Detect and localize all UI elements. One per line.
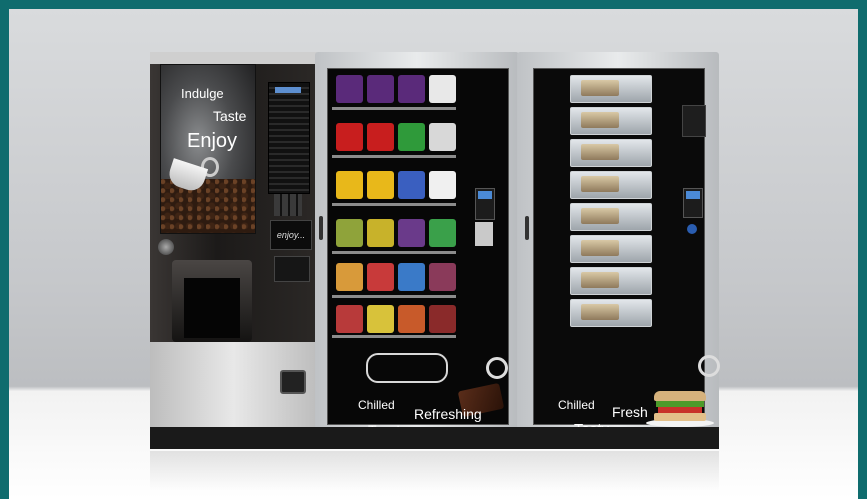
snack-base (315, 427, 519, 449)
fresh-window: Chilled Fresh Tasty (533, 68, 720, 437)
snack-keypad (475, 222, 493, 246)
fresh-base (517, 427, 719, 449)
fresh-side-panel (682, 105, 706, 137)
snack-shelf (332, 335, 456, 338)
bread-bottom (654, 413, 706, 421)
coffee-base (150, 427, 317, 449)
snack-window: Chilled Refreshing Treats (327, 68, 509, 437)
snack-handle (319, 216, 323, 240)
sandwich-image (646, 391, 714, 427)
coffee-graphic-panel: Indulge Taste Enjoy (160, 64, 256, 234)
snack-machine: Chilled Refreshing Treats (315, 52, 519, 449)
snack-ring-icon (486, 357, 508, 379)
panel-text-indulge: Indulge (181, 86, 224, 101)
display-screen (686, 191, 700, 199)
fresh-display (683, 188, 703, 218)
food-compartment (570, 171, 652, 199)
fresh-ring-icon (698, 355, 720, 377)
food-compartment (570, 267, 652, 295)
enjoy-logo: enjoy... (270, 220, 312, 250)
food-compartment (570, 107, 652, 135)
snack-shelf (332, 203, 456, 206)
cup-dispenser (172, 260, 252, 342)
screen-header (275, 87, 301, 93)
snack-row (336, 123, 456, 151)
snack-text-chilled: Chilled (358, 398, 395, 412)
snack-shelf (332, 295, 456, 298)
coffee-machine: Indulge Taste Enjoy enjoy... (150, 52, 317, 449)
snack-shelf (332, 107, 456, 110)
food-compartment (570, 75, 652, 103)
food-compartment (570, 139, 652, 167)
fresh-text-fresh: Fresh (612, 404, 648, 420)
coin-slot (280, 370, 306, 394)
photo-frame: Indulge Taste Enjoy enjoy... Chilled Ref… (9, 9, 858, 499)
snack-row (336, 219, 456, 247)
bread-top (654, 391, 706, 401)
lettuce (656, 401, 704, 407)
food-compartment (570, 203, 652, 231)
snack-shelf (332, 251, 456, 254)
dispenser-opening (184, 278, 240, 338)
snack-row (336, 171, 456, 199)
coffee-beans (161, 179, 255, 233)
food-compartment (570, 235, 652, 263)
fresh-button (687, 224, 697, 234)
fresh-handle (525, 216, 529, 240)
coffee-menu-screen (268, 82, 310, 194)
food-compartment (570, 299, 652, 327)
display-screen (478, 191, 492, 199)
coffee-keypad (274, 194, 302, 216)
fresh-text-chilled: Chilled (558, 398, 595, 412)
snack-display (475, 188, 495, 220)
panel-text-taste: Taste (213, 108, 247, 124)
floor-reflection (150, 451, 719, 491)
snack-row (336, 263, 456, 291)
fresh-food-machine: Chilled Fresh Tasty (517, 52, 720, 449)
snack-text-refreshing: Refreshing (414, 406, 482, 422)
snack-row (336, 75, 456, 103)
snack-shelf (332, 155, 456, 158)
coffee-info-panel (274, 256, 310, 282)
tomato (658, 407, 702, 413)
snack-row (336, 305, 456, 333)
coffee-top-strip (150, 52, 317, 64)
coffee-knob (158, 239, 174, 255)
panel-text-enjoy: Enjoy (187, 130, 238, 152)
product-drawer (366, 353, 448, 383)
